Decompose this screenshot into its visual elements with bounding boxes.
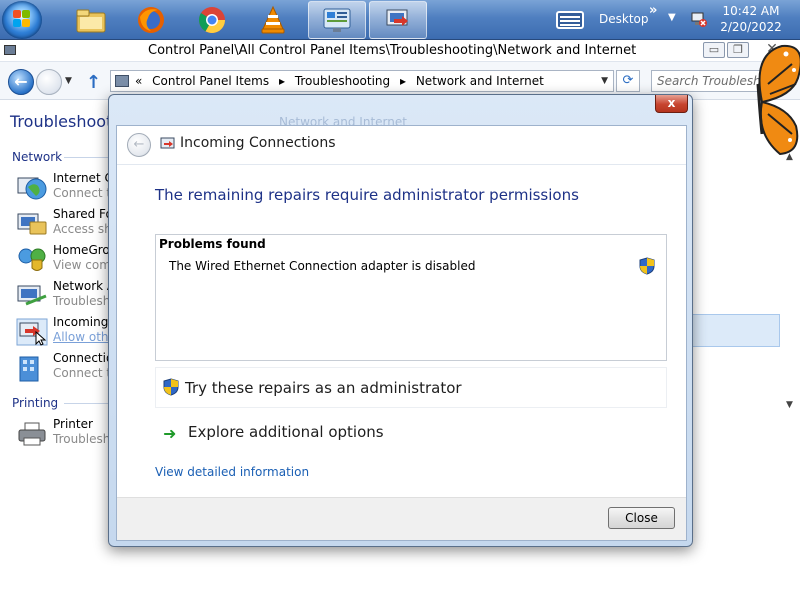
chrome-icon: [198, 7, 226, 34]
selected-row-highlight: [686, 314, 780, 347]
dialog-content: ← Incoming Connections The remaining rep…: [116, 125, 687, 541]
taskbar-vlc[interactable]: [244, 0, 302, 40]
uac-shield-icon: [163, 378, 179, 396]
problem-item[interactable]: The Wired Ethernet Connection adapter is…: [169, 259, 475, 273]
scroll-down-arrow-icon[interactable]: ▼: [786, 400, 793, 410]
incoming-connections-icon: [16, 318, 48, 346]
crumb-separator-icon[interactable]: ▸: [400, 74, 406, 88]
clock-time: 10:42 AM: [722, 4, 780, 18]
printer-icon: [18, 422, 46, 446]
problems-found-header: Problems found: [159, 237, 266, 251]
troubleshooter-incoming-connections[interactable]: Incoming Connections Allow other compute…: [16, 315, 256, 349]
clock-date: 2/20/2022: [720, 20, 782, 34]
taskbar-chrome[interactable]: [183, 0, 241, 40]
control-panel-small-icon: [115, 75, 129, 87]
dialog-heading: The remaining repairs require administra…: [155, 186, 579, 204]
workplace-building-icon: [19, 356, 39, 382]
dialog-back-button[interactable]: ←: [127, 133, 151, 157]
window-title: Control Panel\All Control Panel Items\Tr…: [148, 43, 637, 58]
try-repairs-label: Try these repairs as an administrator: [185, 379, 462, 397]
incoming-connections-icon: [386, 9, 408, 26]
network-error-icon[interactable]: [690, 10, 708, 28]
crumb-control-panel-items[interactable]: Control Panel Items: [152, 74, 269, 88]
group-divider: [64, 157, 110, 158]
address-bar[interactable]: « Control Panel Items ▸ Troubleshooting …: [110, 70, 614, 92]
explore-options-label: Explore additional options: [188, 423, 384, 441]
window-titlebar[interactable]: Control Panel\All Control Panel Items\Tr…: [0, 40, 800, 62]
window-menu-icon[interactable]: [4, 45, 16, 55]
windows-logo-icon: [13, 10, 31, 28]
troubleshooter-dialog: x Network and Internet ← Incoming Connec…: [108, 94, 693, 547]
address-dropdown-icon[interactable]: ▼: [601, 76, 608, 86]
back-button[interactable]: ←: [8, 69, 34, 95]
troubleshooter-shared-folders[interactable]: Shared Folders Access shared files and f…: [16, 207, 238, 241]
firefox-icon: [138, 7, 164, 33]
incoming-connections-icon: [160, 137, 175, 149]
network-adapter-icon: [17, 285, 47, 306]
dialog-title: Incoming Connections: [180, 135, 336, 151]
dialog-header-divider: [117, 164, 686, 165]
address-overflow-chevron[interactable]: «: [135, 74, 142, 88]
shared-folder-icon: [17, 213, 47, 235]
globe-network-icon: [17, 177, 47, 200]
view-detailed-information-link[interactable]: View detailed information: [155, 465, 309, 479]
taskbar-firefox[interactable]: [122, 0, 180, 40]
try-repairs-as-admin-option[interactable]: Try these repairs as an administrator: [155, 367, 667, 408]
uac-shield-icon: [639, 257, 655, 275]
forward-button[interactable]: [36, 69, 62, 95]
taskbar-incoming-connections[interactable]: [369, 1, 427, 39]
green-arrow-icon: ➜: [163, 424, 177, 443]
recent-pages-dropdown-icon[interactable]: ▼: [65, 76, 72, 86]
problems-found-list: Problems found The Wired Ethernet Connec…: [155, 234, 667, 361]
crumb-separator-icon[interactable]: ▸: [279, 74, 285, 88]
close-button[interactable]: Close: [608, 507, 675, 529]
troubleshooter-internet-connections[interactable]: Internet Connections Connect to the Inte…: [16, 171, 193, 205]
show-hidden-icons-icon[interactable]: ▼: [668, 12, 676, 23]
file-explorer-icon: [76, 9, 106, 33]
dialog-close-x-button[interactable]: x: [655, 95, 688, 113]
control-panel-icon: [323, 8, 351, 32]
address-breadcrumbs: « Control Panel Items ▸ Troubleshooting …: [135, 74, 550, 88]
explore-additional-options[interactable]: ➜ Explore additional options: [163, 422, 393, 444]
toolbar-overflow-chevron-icon[interactable]: »: [649, 3, 657, 18]
system-clock[interactable]: 10:42 AM 2/20/2022: [716, 3, 786, 35]
troubleshooter-directaccess[interactable]: Connection to a Workplace Using DirectAc…: [16, 351, 333, 385]
dialog-footer: Close: [117, 497, 686, 540]
crumb-network-and-internet[interactable]: Network and Internet: [416, 74, 544, 88]
taskbar: Desktop » ▼ 10:42 AM 2/20/2022: [0, 0, 800, 40]
troubleshooter-printer[interactable]: Printer Troubleshoot problems preventing…: [16, 417, 309, 451]
crumb-troubleshooting[interactable]: Troubleshooting: [295, 74, 390, 88]
taskbar-control-panel[interactable]: [308, 1, 366, 39]
up-arrow-icon[interactable]: ↑: [86, 72, 101, 93]
refresh-button[interactable]: ⟳: [616, 70, 640, 92]
item-title: Printer: [53, 417, 93, 431]
troubleshooter-homegroup[interactable]: HomeGroup View computers or shared files…: [16, 243, 337, 277]
start-button[interactable]: [2, 1, 42, 39]
group-label-network: Network: [12, 150, 63, 164]
troubleshooter-network-adapter[interactable]: Network Adapter Troubleshoot network ada…: [16, 279, 239, 313]
homegroup-icon: [18, 248, 46, 271]
group-label-printing: Printing: [12, 396, 59, 410]
taskbar-file-explorer[interactable]: [62, 0, 120, 40]
group-divider: [64, 403, 110, 404]
butterfly-icon: [756, 44, 800, 156]
desktop-toolbar-label[interactable]: Desktop: [599, 12, 649, 26]
vlc-icon: [261, 5, 285, 34]
keyboard-icon[interactable]: [556, 11, 584, 29]
